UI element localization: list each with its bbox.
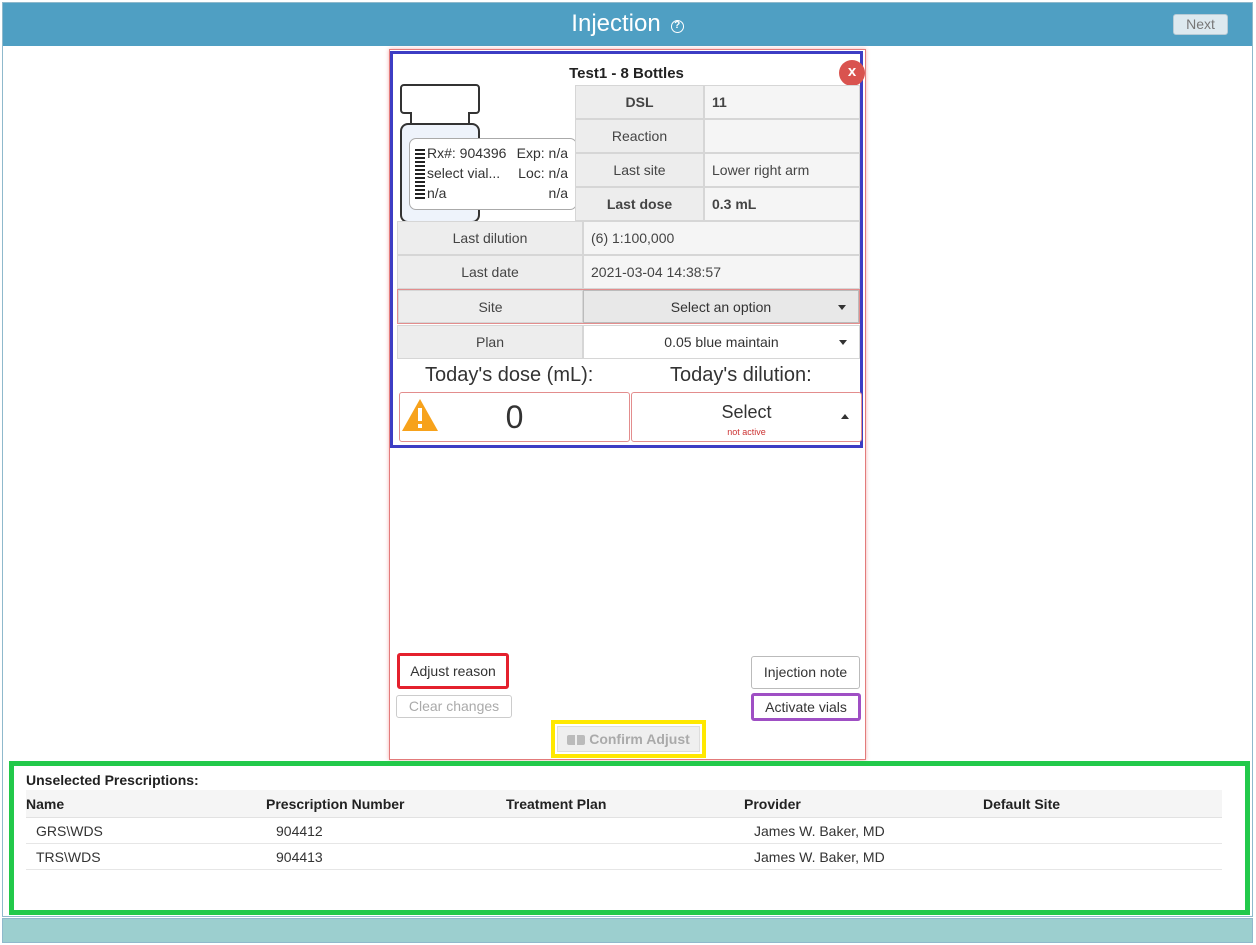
plan-row: Plan 0.05 blue maintain: [397, 325, 860, 359]
last-date-key: Last date: [397, 255, 583, 289]
row-provider: James W. Baker, MD: [754, 848, 885, 865]
info-row-dsl: DSL 11: [575, 85, 860, 119]
clear-changes-button[interactable]: Clear changes: [396, 695, 512, 718]
row-name: TRS\WDS: [36, 848, 101, 865]
top-bar: Injection? Next: [3, 3, 1252, 46]
rx-number: Rx#: 904396: [427, 145, 507, 161]
plan-select-value: 0.05 blue maintain: [664, 334, 779, 350]
column-header-treatment-plan[interactable]: Treatment Plan: [506, 796, 744, 812]
site-key: Site: [398, 290, 583, 323]
vial-label[interactable]: Rx#: 904396 Exp: n/a select vial... Loc:…: [409, 138, 577, 210]
site-select-value: Select an option: [670, 298, 772, 315]
site-select[interactable]: Select an option: [583, 290, 859, 323]
info-row-last-dose: Last dose 0.3 mL: [575, 187, 860, 221]
close-icon[interactable]: x: [839, 60, 865, 86]
next-button[interactable]: Next: [1173, 14, 1228, 35]
dilution-value: Select: [721, 402, 772, 422]
unselected-table: Name Prescription Number Treatment Plan …: [26, 790, 1222, 870]
info-value: [704, 119, 860, 153]
chevron-down-icon: [839, 340, 847, 345]
page-title: Injection?: [3, 10, 1252, 38]
vial-label-row: select vial... Loc: n/a: [427, 165, 568, 185]
vial-label-left-value: n/a: [427, 185, 447, 201]
info-key: Last dose: [575, 187, 704, 221]
barcode-icon: [415, 149, 425, 199]
table-row[interactable]: GRS\WDS 904412 James W. Baker, MD: [26, 818, 1222, 844]
info-value: Lower right arm: [704, 153, 860, 187]
site-row: Site Select an option: [397, 289, 860, 324]
dilution-status: not active: [727, 427, 766, 437]
plan-select[interactable]: 0.05 blue maintain: [583, 325, 860, 359]
last-date-row: Last date 2021-03-04 14:38:57: [397, 255, 860, 289]
confirm-adjust-button[interactable]: Confirm Adjust: [557, 726, 700, 752]
column-header-name[interactable]: Name: [26, 796, 266, 812]
column-header-default-site[interactable]: Default Site: [983, 796, 1222, 812]
row-number: 904413: [276, 848, 323, 865]
row-number: 904412: [276, 822, 323, 839]
unselected-prescriptions-panel: Unselected Prescriptions: Name Prescript…: [9, 761, 1250, 915]
confirm-adjust-highlight: Confirm Adjust: [551, 720, 706, 758]
table-row[interactable]: TRS\WDS 904413 James W. Baker, MD: [26, 844, 1222, 870]
column-header-prescription-number[interactable]: Prescription Number: [266, 796, 506, 812]
dilution-select[interactable]: Select not active: [631, 392, 862, 442]
bottle-cap-icon: [400, 84, 480, 114]
confirm-adjust-label: Confirm Adjust: [589, 731, 690, 747]
info-row-last-site: Last site Lower right arm: [575, 153, 860, 187]
plan-key: Plan: [397, 325, 583, 359]
vial-select-text: select vial...: [427, 165, 501, 181]
injection-note-button[interactable]: Injection note: [751, 656, 860, 689]
info-key: DSL: [575, 85, 704, 119]
info-key: Reaction: [575, 119, 704, 153]
vial-label-right-value: n/a: [548, 185, 568, 201]
vial-panel: Test1 - 8 Bottles x Rx#: 904396 Exp: n/a…: [390, 51, 865, 448]
today-dilution-label: Today's dilution:: [670, 364, 812, 386]
column-header-provider[interactable]: Provider: [744, 796, 983, 812]
activate-vials-button[interactable]: Activate vials: [751, 693, 861, 721]
row-name: GRS\WDS: [36, 822, 103, 839]
page-title-text: Injection: [571, 10, 661, 37]
last-dilution-row: Last dilution (6) 1:100,000: [397, 221, 860, 255]
vial-title: Test1 - 8 Bottles: [569, 65, 684, 82]
location: Loc: n/a: [518, 165, 568, 181]
row-provider: James W. Baker, MD: [754, 822, 885, 839]
last-dilution-key: Last dilution: [397, 221, 583, 255]
info-value: 0.3 mL: [704, 187, 860, 221]
last-date-value: 2021-03-04 14:38:57: [583, 255, 860, 289]
vial-label-row: n/a n/a: [427, 185, 568, 205]
dose-value: 0: [505, 399, 524, 435]
warning-icon: [402, 399, 438, 431]
footer-bar: [2, 918, 1253, 943]
info-row-reaction: Reaction: [575, 119, 860, 153]
dose-input[interactable]: 0: [399, 392, 630, 442]
info-key: Last site: [575, 153, 704, 187]
last-dilution-value: (6) 1:100,000: [583, 221, 860, 255]
table-header: Name Prescription Number Treatment Plan …: [26, 790, 1222, 818]
info-value: 11: [704, 85, 860, 119]
expiry: Exp: n/a: [516, 145, 568, 161]
adjust-reason-button[interactable]: Adjust reason: [397, 653, 509, 689]
injection-card: Test1 - 8 Bottles x Rx#: 904396 Exp: n/a…: [389, 49, 866, 760]
chevron-down-icon: [838, 304, 846, 310]
help-icon[interactable]: ?: [670, 20, 684, 33]
syringe-icon: [567, 735, 586, 745]
vial-label-row: Rx#: 904396 Exp: n/a: [427, 145, 568, 165]
unselected-title: Unselected Prescriptions:: [26, 772, 199, 788]
chevron-up-icon: [841, 414, 849, 419]
today-dose-label: Today's dose (mL):: [425, 364, 594, 386]
